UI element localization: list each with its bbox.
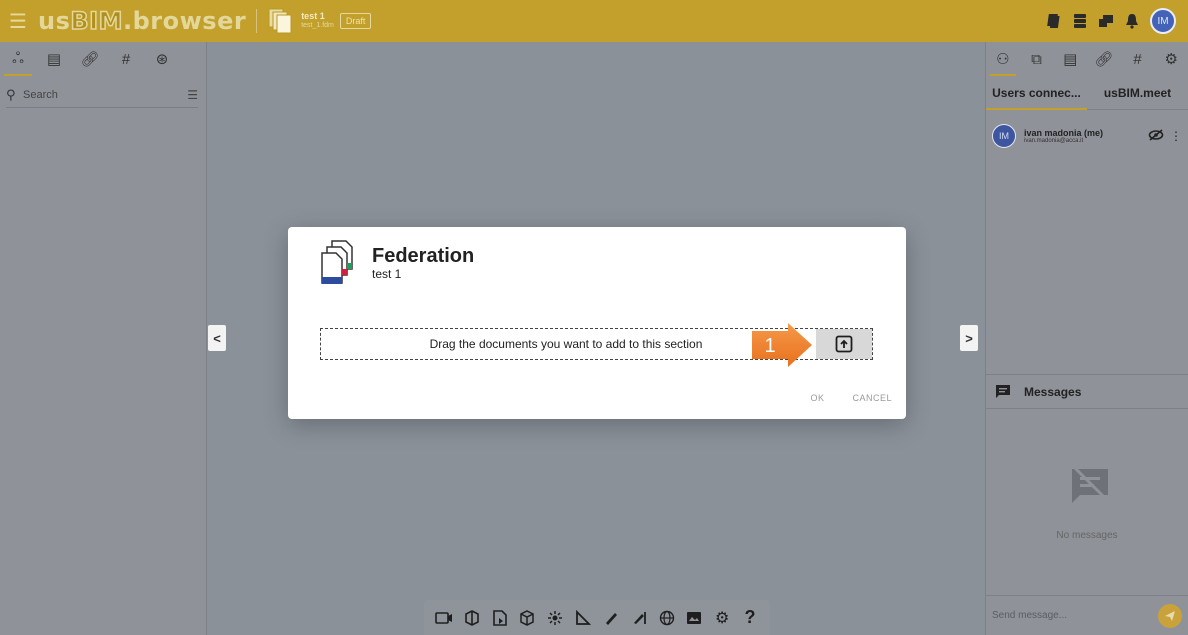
database-icon[interactable] bbox=[1072, 13, 1088, 29]
right-panel: ⚇ ⧉ ▤ 🔗︎ # ⚙ Users connec... usBIM.meet … bbox=[985, 42, 1188, 635]
ok-button[interactable]: OK bbox=[810, 393, 824, 403]
search-bar: ⚲ ☰ bbox=[6, 82, 198, 108]
send-button[interactable] bbox=[1158, 603, 1182, 628]
globe-icon[interactable] bbox=[658, 609, 676, 627]
section-icon[interactable] bbox=[463, 609, 481, 627]
app-logo: us BIM .browser bbox=[38, 6, 247, 36]
filter-icon[interactable]: ☰ bbox=[187, 88, 198, 102]
tab-import[interactable]: ⧉ bbox=[1020, 42, 1054, 76]
no-messages-text: No messages bbox=[1056, 530, 1118, 541]
explode-icon[interactable] bbox=[546, 609, 564, 627]
user-info: ivan madonia (me) ivan.madonia@acca.it bbox=[1024, 128, 1148, 144]
message-icon bbox=[996, 385, 1010, 398]
status-badge: Draft bbox=[339, 13, 372, 29]
tab-links[interactable]: 🔗︎ bbox=[72, 42, 108, 76]
camera-icon[interactable] bbox=[435, 609, 453, 627]
chevron-left-icon: < bbox=[213, 330, 221, 346]
right-tabs: ⚇ ⧉ ▤ 🔗︎ # ⚙ bbox=[986, 42, 1188, 76]
annotate-icon[interactable] bbox=[630, 609, 648, 627]
avatar: IM bbox=[992, 124, 1016, 148]
project-icon bbox=[267, 7, 293, 35]
user-avatar[interactable]: IM bbox=[1150, 8, 1176, 34]
message-input[interactable] bbox=[992, 610, 1158, 621]
document-icon: ▤ bbox=[1063, 51, 1078, 68]
subtab-usbim-meet[interactable]: usBIM.meet bbox=[1087, 76, 1188, 109]
dialog-actions: OK CANCEL bbox=[810, 393, 892, 403]
tab-model-tree[interactable]: ஃ bbox=[0, 42, 36, 76]
callout-number: 1 bbox=[764, 335, 775, 357]
users-icon: ⚇ bbox=[996, 51, 1010, 68]
tab-settings-right[interactable]: ⚙ bbox=[1154, 42, 1188, 76]
link-icon: 🔗︎ bbox=[80, 51, 100, 68]
list-item[interactable]: IM ivan madonia (me) ivan.madonia@acca.i… bbox=[986, 114, 1188, 158]
tab-tags-right[interactable]: # bbox=[1121, 42, 1155, 76]
drop-zone-text: Drag the documents you want to add to th… bbox=[429, 337, 703, 351]
import-icon: ⧉ bbox=[1031, 50, 1042, 68]
hash-icon: # bbox=[1133, 50, 1142, 68]
layers-icon[interactable] bbox=[1098, 13, 1114, 29]
project-name: test 1 bbox=[301, 11, 325, 21]
user-email: ivan.madonia@acca.it bbox=[1024, 138, 1084, 144]
collapse-right-button[interactable]: > bbox=[960, 325, 978, 351]
right-subtabs: Users connec... usBIM.meet bbox=[986, 76, 1188, 110]
no-messages-icon bbox=[1070, 465, 1110, 505]
more-vertical-icon[interactable]: ⋮ bbox=[1170, 129, 1182, 144]
project-info[interactable]: test 1 test_1.fdm bbox=[301, 11, 334, 31]
image-icon[interactable] bbox=[685, 609, 703, 627]
dialog-title-group: Federation test 1 bbox=[372, 245, 474, 281]
chevron-right-icon: > bbox=[965, 330, 973, 346]
subtab-users-connected[interactable]: Users connec... bbox=[986, 76, 1087, 110]
collapse-left-button[interactable]: < bbox=[208, 325, 226, 351]
send-message-bar bbox=[986, 595, 1188, 635]
tab-documents[interactable]: ▤ bbox=[36, 42, 72, 76]
viewer-toolbar: ⚙ ? bbox=[424, 600, 770, 635]
left-panel: ஃ ▤ 🔗︎ # ⊛ ⚲ ☰ bbox=[0, 42, 207, 635]
tab-filters[interactable]: ⊛ bbox=[144, 42, 180, 76]
cube-icon[interactable] bbox=[518, 609, 536, 627]
bell-icon[interactable] bbox=[1124, 13, 1140, 29]
tab-users[interactable]: ⚇ bbox=[986, 42, 1020, 76]
help-icon[interactable]: ? bbox=[741, 607, 759, 627]
hierarchy-icon: ஃ bbox=[12, 49, 24, 67]
files-icon[interactable] bbox=[1046, 13, 1062, 29]
dialog-header: Federation test 1 bbox=[320, 239, 474, 287]
tab-tags[interactable]: # bbox=[108, 42, 144, 76]
gear-icon: ⚙ bbox=[1164, 51, 1178, 68]
tab-links-right[interactable]: 🔗︎ bbox=[1087, 42, 1121, 76]
project-file: test_1.fdm bbox=[301, 22, 334, 29]
top-right-actions: IM bbox=[1046, 0, 1176, 42]
dialog-subtitle: test 1 bbox=[372, 267, 402, 281]
user-actions: ⋮ bbox=[1148, 129, 1182, 144]
filter-circle-icon: ⊛ bbox=[155, 51, 169, 68]
left-tabs: ஃ ▤ 🔗︎ # ⊛ bbox=[0, 42, 206, 76]
search-icon: ⚲ bbox=[6, 86, 16, 102]
document-view-icon[interactable] bbox=[491, 609, 509, 627]
divider bbox=[256, 9, 258, 33]
measure-icon[interactable] bbox=[574, 609, 592, 627]
messages-header: Messages bbox=[986, 375, 1188, 409]
tab-documents-right[interactable]: ▤ bbox=[1053, 42, 1087, 76]
upload-icon bbox=[835, 335, 853, 353]
step-callout-arrow: 1 bbox=[752, 323, 814, 367]
messages-title: Messages bbox=[1024, 384, 1082, 399]
pencil-icon[interactable] bbox=[602, 609, 620, 627]
search-input[interactable] bbox=[23, 88, 188, 101]
link-icon: 🔗︎ bbox=[1094, 51, 1114, 68]
cancel-button[interactable]: CANCEL bbox=[852, 393, 892, 403]
hamburger-menu-icon[interactable]: ☰ bbox=[4, 0, 32, 42]
hash-icon: # bbox=[121, 50, 131, 68]
upload-button[interactable] bbox=[816, 329, 872, 359]
dialog-title: Federation bbox=[372, 245, 475, 267]
document-icon: ▤ bbox=[46, 51, 62, 68]
top-bar: ☰ us BIM .browser test 1 test_1.fdm Draft … bbox=[0, 0, 1188, 42]
gear-icon[interactable]: ⚙ bbox=[713, 609, 731, 627]
federation-dialog: Federation test 1 Drag the documents you… bbox=[288, 227, 906, 419]
user-name: ivan madonia (me) bbox=[1024, 128, 1104, 138]
eye-off-icon[interactable] bbox=[1148, 128, 1164, 144]
send-icon bbox=[1165, 610, 1175, 621]
federation-icon bbox=[320, 239, 356, 287]
